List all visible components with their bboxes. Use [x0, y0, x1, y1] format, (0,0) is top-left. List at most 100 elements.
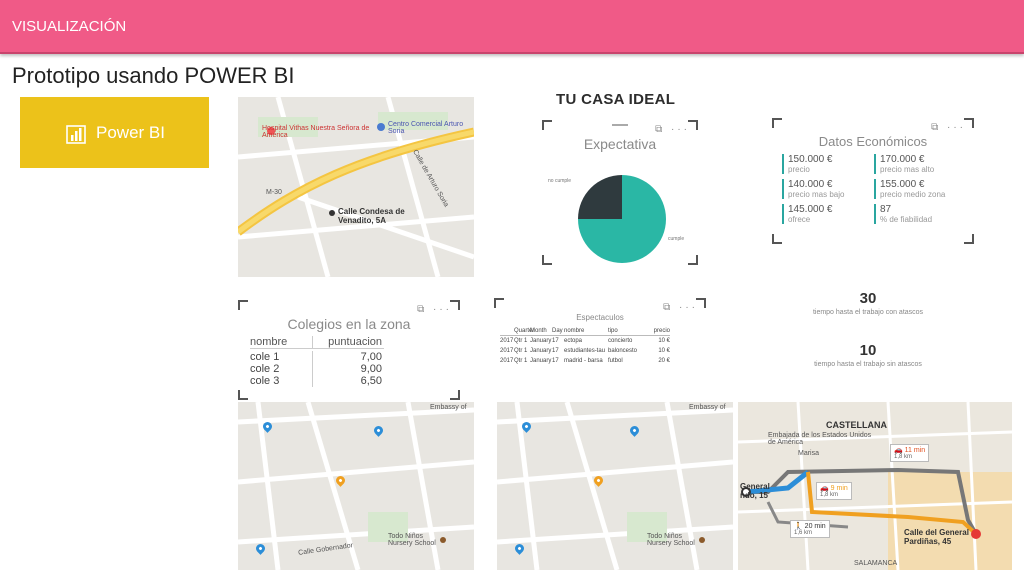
table-cell: January: [530, 358, 552, 364]
card-menu-icon[interactable]: ⧉ ···: [931, 122, 966, 133]
table-cell: futbol: [608, 358, 623, 364]
map-label: Marisa: [798, 450, 820, 457]
route-badge[interactable]: 🚶 20 min 1,6 km: [790, 520, 830, 538]
kpi-value: 30: [859, 290, 877, 307]
kpi-label: tiempo hasta el trabajo con atascos: [812, 309, 924, 316]
table-cell: 2017: [500, 358, 514, 364]
table-cell: 7,00: [312, 351, 384, 363]
pie-chart: [578, 175, 666, 263]
route-distance: 1,8 km: [820, 492, 839, 498]
corner: [772, 118, 782, 128]
header-cell: precio: [653, 327, 670, 334]
espectaculos-table: Quarter Month Day nombre tipo precio 2017 Qtr …: [500, 326, 670, 366]
powerbi-label: Power BI: [96, 122, 165, 142]
map-label: Embassy of: [689, 404, 726, 411]
table-cell: 10 €: [658, 348, 670, 354]
slide: VISUALIZACIÓN Prototipo usando POWER BI …: [0, 0, 1024, 576]
table-cell: estudiantes-tau: [564, 348, 606, 354]
table-cell: Qtr 1: [514, 358, 528, 364]
header-bar: VISUALIZACIÓN: [0, 0, 1024, 54]
eco-item: 150.000 € precio: [782, 154, 874, 174]
card-title: Colegios en la zona: [287, 316, 411, 332]
eco-value: 155.000 €: [880, 179, 925, 190]
route-badge[interactable]: 🚗 11 min 1,8 km: [890, 444, 930, 462]
table-cell: 20 €: [658, 358, 670, 364]
corner: [494, 298, 504, 308]
map-label: Hospital Vithas Nuestra Señora de Améric…: [262, 125, 370, 139]
table-cell: 17: [552, 348, 559, 354]
table-row: 2017 Qtr 1 January 17 ectopa concierto 10 €: [500, 336, 670, 346]
map-location[interactable]: Hospital Vithas Nuestra Señora de Améric…: [238, 97, 474, 277]
table-cell: 10 €: [658, 338, 670, 344]
corner: [772, 234, 782, 244]
header-cell: nombre: [564, 327, 585, 334]
card-menu-icon[interactable]: ⧉ ···: [663, 302, 698, 313]
route-badge[interactable]: 🚗 9 min 1,8 km: [816, 482, 852, 500]
kpi-value: 10: [859, 342, 877, 359]
table-cell: Qtr 1: [514, 338, 528, 344]
pie-legend-no-cumple: no cumple: [548, 178, 572, 184]
eco-item: 140.000 € precio mas bajo: [782, 179, 874, 199]
table-cell: ectopa: [564, 338, 583, 344]
corner: [450, 390, 460, 400]
route-time: 11 min: [904, 447, 926, 454]
header-cell: tipo: [608, 327, 618, 334]
colegios-card[interactable]: ⧉ ··· Colegios en la zona nombre puntuaci…: [238, 300, 460, 400]
table-row: cole 2 9,00: [250, 363, 384, 375]
route-time: 9 min: [830, 485, 848, 492]
road-label: M-30: [266, 189, 282, 196]
header-title: VISUALIZACIÓN: [12, 18, 127, 35]
table-row: cole 1 7,00: [250, 351, 384, 363]
table-cell: 2017: [500, 348, 514, 354]
table-cell: 17: [552, 338, 559, 344]
table-cell: cole 3: [250, 375, 280, 387]
map-label: Embajada de los Estados Unidos de Améric…: [768, 432, 872, 446]
slide-subtitle: Prototipo usando POWER BI: [12, 63, 295, 88]
destination-label: Calle del General Pardiñas, 45: [904, 528, 969, 546]
kpi-label: tiempo hasta el trabajo sin atascos: [814, 361, 922, 368]
table-row: 2017 Qtr 1 January 17 madrid - barsa futbol 20…: [500, 356, 670, 366]
espectaculos-card[interactable]: ⧉ ··· Espectaculos Quarter Month Day nombre…: [494, 298, 706, 398]
table-cell: Qtr 1: [514, 348, 528, 354]
header-cell: Month: [530, 327, 547, 334]
powerbi-icon: [66, 124, 86, 144]
route-time: 20 min: [804, 523, 826, 530]
card-menu-icon[interactable]: ⧉ ···: [417, 304, 452, 315]
eco-label: precio mas alto: [880, 165, 935, 174]
eco-label: precio mas bajo: [788, 190, 845, 199]
header-cell: Quarter: [514, 327, 535, 334]
route-distance: 1,8 km: [894, 454, 913, 460]
eco-item: 145.000 € ofrece: [782, 204, 874, 224]
table-cell: cole 1: [250, 351, 280, 363]
map-label: Embassy of: [430, 404, 467, 411]
map-label: Todo Niños Nursery School: [388, 533, 436, 547]
eco-value: 140.000 €: [788, 179, 833, 190]
car-icon: 🚗: [820, 485, 829, 492]
car-icon: 🚗: [894, 447, 903, 454]
eco-value: 87: [880, 204, 892, 215]
corner: [238, 300, 248, 310]
expectativa-card[interactable]: ⧉ ··· Expectativa no cumple cumple: [542, 120, 698, 265]
table-cell: 9,00: [312, 363, 384, 375]
origin-label: General ndo, 15: [740, 482, 770, 500]
route-distance: 1,6 km: [794, 530, 813, 536]
eco-item: 87% de fiabilidad: [874, 204, 966, 224]
eco-value: 150.000 €: [788, 154, 833, 165]
map-shows[interactable]: Embassy of Todo Niños Nursery School: [497, 402, 733, 570]
table-cell: concierto: [608, 338, 633, 344]
map-route[interactable]: CASTELLANA Embajada de los Estados Unido…: [738, 402, 1012, 570]
card-title: Espectaculos: [576, 313, 624, 322]
table-cell: baloncesto: [608, 348, 638, 354]
card-title: Datos Económicos: [818, 134, 928, 149]
map-schools[interactable]: Embassy of Todo Niños Nursery School Cal…: [238, 402, 474, 570]
eco-item: 155.000 € precio medio zona: [874, 179, 966, 199]
table-header: nombre puntuacion: [250, 336, 384, 349]
powerbi-tile[interactable]: Power BI: [20, 97, 209, 168]
map-label: Centro Comercial Arturo Soria: [388, 121, 464, 135]
table-cell: 6,50: [312, 375, 384, 387]
table-header: Quarter Month Day nombre tipo precio: [500, 326, 670, 336]
dashboard-title: TU CASA IDEAL: [556, 91, 676, 108]
datos-economicos-card[interactable]: ⧉ ··· Datos Económicos 150.000 € precio 1…: [772, 118, 974, 244]
eco-grid: 150.000 € precio 170.000 € precio mas alto…: [782, 154, 966, 224]
pie-slice-no-cumple: [578, 175, 622, 219]
